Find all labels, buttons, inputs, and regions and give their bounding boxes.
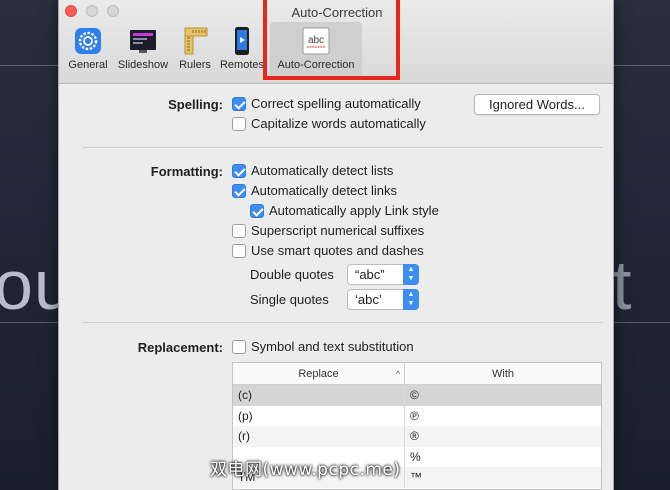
popup-value: “abc”	[355, 267, 385, 282]
section-divider	[83, 147, 603, 148]
ruler-icon	[184, 27, 208, 55]
toolbar-label: General	[68, 59, 108, 71]
replace-cell[interactable]: (r)	[233, 426, 405, 447]
checkbox-unchecked[interactable]	[232, 243, 246, 258]
background-line	[614, 65, 670, 66]
double-quotes-popup[interactable]: “abc” ▲ ▼	[347, 264, 419, 285]
checkbox-label: Automatically apply Link style	[269, 203, 439, 218]
toolbar-label: Auto-Correction	[277, 59, 355, 71]
column-header-replace[interactable]: Replace ^	[233, 363, 405, 384]
checkbox-unchecked[interactable]	[232, 339, 246, 354]
with-cell[interactable]: ®	[405, 426, 601, 447]
checkbox-unchecked[interactable]	[232, 223, 246, 238]
sort-ascending-icon: ^	[395, 369, 400, 379]
toolbar-label: Rulers	[179, 59, 211, 71]
checkbox-label: Capitalize words automatically	[251, 116, 426, 131]
table-header: Replace ^ With	[233, 363, 601, 385]
checkbox-label: Correct spelling automatically	[251, 96, 421, 111]
preferences-window: Auto-Correction General Slideshow Rulers…	[58, 0, 614, 490]
updown-arrows-icon: ▲ ▼	[403, 289, 419, 310]
smart-quotes-checkbox[interactable]: Use smart quotes and dashes	[232, 243, 424, 258]
abc-icon: abc	[302, 27, 330, 55]
with-cell[interactable]: ©	[405, 385, 601, 406]
toolbar-slideshow[interactable]: Slideshow	[113, 22, 173, 74]
table-row[interactable]: (c) ©	[233, 385, 601, 406]
column-header-label: Replace	[298, 368, 339, 380]
table-row[interactable]: (p) ℗	[233, 405, 601, 427]
checkbox-label: Automatically detect lists	[251, 163, 394, 178]
symbol-substitution-checkbox[interactable]: Symbol and text substitution	[232, 339, 414, 354]
table-row[interactable]: (r) ®	[233, 426, 601, 447]
window-title: Auto-Correction	[291, 5, 383, 20]
checkbox-label: Superscript numerical suffixes	[251, 223, 425, 238]
toolbar-remotes[interactable]: Remotes	[217, 22, 267, 74]
with-cell[interactable]: ™	[405, 467, 601, 488]
single-quotes-label: Single quotes	[250, 292, 329, 307]
background-text: t	[612, 246, 632, 324]
section-divider	[83, 322, 603, 323]
checkbox-checked[interactable]	[232, 96, 246, 111]
replace-cell[interactable]: (c)	[233, 385, 405, 406]
formatting-label: Formatting:	[150, 164, 223, 179]
single-quotes-popup[interactable]: ‘abc’ ▲ ▼	[347, 289, 419, 310]
ignored-words-button[interactable]: Ignored Words...	[474, 94, 600, 115]
toolbar-auto-correction[interactable]: abc Auto-Correction	[270, 22, 362, 76]
background-line	[0, 65, 58, 66]
checkbox-checked[interactable]	[232, 163, 246, 178]
replace-cell[interactable]: (p)	[233, 405, 405, 426]
checkbox-checked[interactable]	[250, 203, 264, 218]
spelling-label: Spelling:	[168, 97, 223, 112]
column-header-with[interactable]: With	[405, 363, 601, 384]
preferences-content: Spelling: Correct spelling automatically…	[59, 85, 613, 490]
toolbar-label: Remotes	[219, 59, 265, 71]
titlebar: Auto-Correction General Slideshow Rulers…	[59, 0, 613, 84]
link-style-checkbox[interactable]: Automatically apply Link style	[250, 203, 439, 218]
gear-icon	[75, 28, 101, 54]
checkbox-label: Use smart quotes and dashes	[251, 243, 424, 258]
toolbar-label: Slideshow	[117, 59, 169, 71]
toolbar-general[interactable]: General	[63, 22, 113, 74]
checkbox-checked[interactable]	[232, 183, 246, 198]
detect-lists-checkbox[interactable]: Automatically detect lists	[232, 163, 393, 178]
toolbar-rulers[interactable]: Rulers	[173, 22, 217, 74]
capitalize-words-checkbox[interactable]: Capitalize words automatically	[232, 116, 426, 131]
slideshow-icon	[130, 30, 156, 53]
checkbox-label: Automatically detect links	[251, 183, 397, 198]
replacement-label: Replacement:	[137, 340, 223, 355]
checkbox-unchecked[interactable]	[232, 116, 246, 131]
updown-arrows-icon: ▲ ▼	[403, 264, 419, 285]
correct-spelling-checkbox[interactable]: Correct spelling automatically	[232, 96, 421, 111]
double-quotes-label: Double quotes	[250, 267, 334, 282]
svg-text:abc: abc	[308, 35, 324, 46]
with-cell[interactable]: %	[405, 447, 601, 468]
checkbox-label: Symbol and text substitution	[251, 339, 414, 354]
remote-icon	[235, 27, 249, 55]
column-header-label: With	[492, 368, 514, 380]
watermark-text: 双电网(www.pcpc.me)	[210, 460, 401, 480]
detect-links-checkbox[interactable]: Automatically detect links	[232, 183, 397, 198]
superscript-checkbox[interactable]: Superscript numerical suffixes	[232, 223, 424, 238]
with-cell[interactable]: ℗	[405, 406, 601, 427]
popup-value: ‘abc’	[355, 292, 382, 307]
